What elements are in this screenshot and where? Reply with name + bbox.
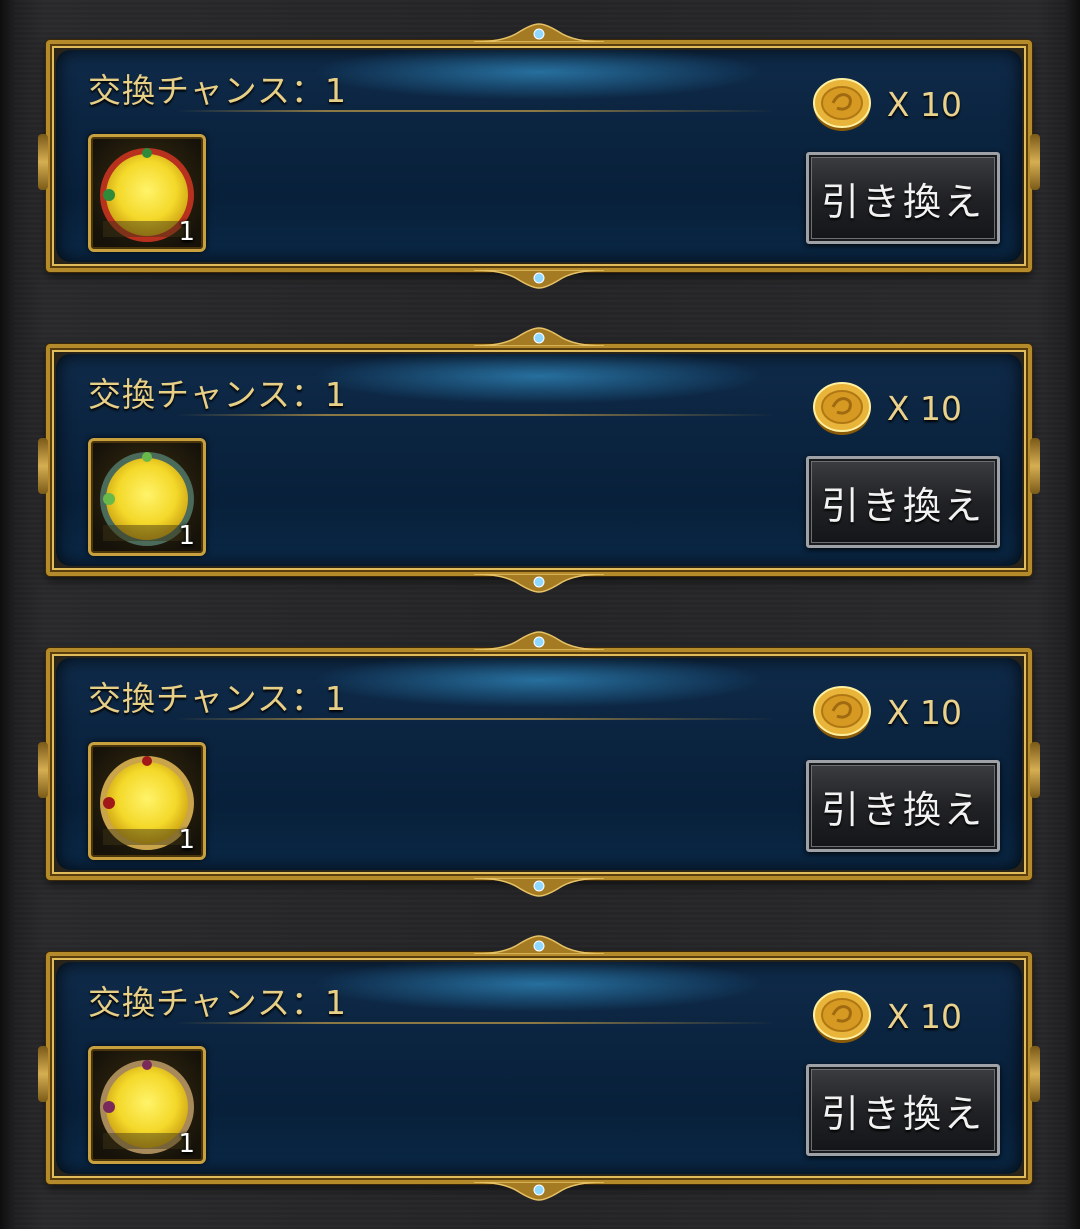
exchange-card-3: 交換チャンス：1 1 X 10 引き換え bbox=[38, 631, 1040, 897]
cost-amount: X 10 bbox=[886, 692, 962, 732]
item-slot[interactable]: 1 bbox=[88, 134, 206, 252]
gold-coin-icon bbox=[812, 382, 871, 435]
exchange-chance-label: 交換チャンス：1 bbox=[88, 679, 348, 718]
right-flourish bbox=[1030, 742, 1040, 798]
left-flourish bbox=[38, 438, 48, 494]
top-ornament bbox=[474, 327, 604, 346]
gold-coin-icon bbox=[812, 78, 871, 131]
item-slot[interactable]: 1 bbox=[88, 438, 206, 556]
exchange-card-4: 交換チャンス：1 1 X 10 引き換え bbox=[38, 935, 1040, 1201]
item-slot[interactable]: 1 bbox=[88, 1046, 206, 1164]
bottom-ornament bbox=[474, 574, 604, 593]
item-count: 1 bbox=[178, 521, 195, 551]
exchange-card-2: 交換チャンス：1 1 X 10 引き換え bbox=[38, 327, 1040, 593]
bottom-ornament bbox=[474, 1182, 604, 1201]
redeem-button[interactable]: 引き換え bbox=[806, 760, 1000, 852]
redeem-button[interactable]: 引き換え bbox=[806, 1064, 1000, 1156]
left-flourish bbox=[38, 134, 48, 190]
exchange-chance-label: 交換チャンス：1 bbox=[88, 375, 348, 414]
top-ornament bbox=[474, 935, 604, 954]
card-panel: 交換チャンス：1 1 X 10 引き換え bbox=[56, 962, 1022, 1174]
item-slot[interactable]: 1 bbox=[88, 742, 206, 860]
right-flourish bbox=[1030, 438, 1040, 494]
exchange-chance-label: 交換チャンス：1 bbox=[88, 983, 348, 1022]
right-rail bbox=[1066, 0, 1080, 1229]
top-ornament bbox=[474, 631, 604, 650]
bottom-ornament bbox=[474, 878, 604, 897]
redeem-button[interactable]: 引き換え bbox=[806, 152, 1000, 244]
right-flourish bbox=[1030, 1046, 1040, 1102]
item-count: 1 bbox=[178, 217, 195, 247]
card-panel: 交換チャンス：1 1 X 10 引き換え bbox=[56, 354, 1022, 566]
cost-amount: X 10 bbox=[886, 996, 962, 1036]
left-flourish bbox=[38, 742, 48, 798]
cost-display: X 10 bbox=[811, 680, 962, 744]
card-panel: 交換チャンス：1 1 X 10 引き換え bbox=[56, 50, 1022, 262]
cost-display: X 10 bbox=[811, 984, 962, 1048]
left-flourish bbox=[38, 1046, 48, 1102]
gold-coin-icon bbox=[812, 686, 871, 739]
redeem-button[interactable]: 引き換え bbox=[806, 456, 1000, 548]
exchange-card-1: 交換チャンス：1 1 X 10 引き換え bbox=[38, 23, 1040, 289]
cost-display: X 10 bbox=[811, 376, 962, 440]
bottom-ornament bbox=[474, 270, 604, 289]
gold-coin-icon bbox=[812, 990, 871, 1043]
exchange-chance-label: 交換チャンス：1 bbox=[88, 71, 348, 110]
cost-display: X 10 bbox=[811, 72, 962, 136]
cost-amount: X 10 bbox=[886, 84, 962, 124]
cost-amount: X 10 bbox=[886, 388, 962, 428]
item-count: 1 bbox=[178, 1129, 195, 1159]
right-flourish bbox=[1030, 134, 1040, 190]
card-panel: 交換チャンス：1 1 X 10 引き換え bbox=[56, 658, 1022, 870]
top-ornament bbox=[474, 23, 604, 42]
item-count: 1 bbox=[178, 825, 195, 855]
left-rail bbox=[0, 0, 14, 1229]
